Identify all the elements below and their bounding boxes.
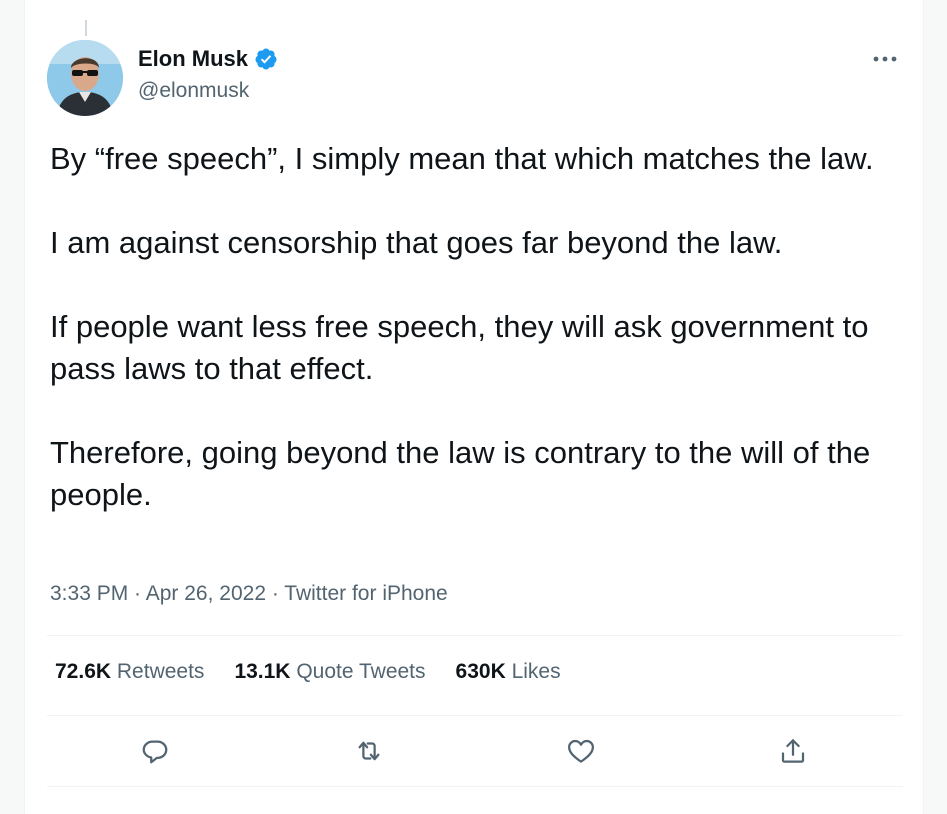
avatar[interactable] xyxy=(47,40,123,116)
likes-label: Likes xyxy=(511,660,561,683)
author-name[interactable]: Elon Musk xyxy=(138,46,248,72)
tweet-date-link[interactable]: Apr 26, 2022 xyxy=(146,582,266,605)
reply-button[interactable] xyxy=(132,728,178,774)
tweet-meta: 3:33 PM · Apr 26, 2022 · Twitter for iPh… xyxy=(50,582,448,606)
quote-tweets-count: 13.1K xyxy=(234,660,291,683)
tweet-paragraph: Therefore, going beyond the law is contr… xyxy=(50,435,871,512)
heart-icon xyxy=(568,739,594,763)
divider xyxy=(47,786,903,787)
retweets-count: 72.6K xyxy=(55,660,112,683)
tweet-actions-bar xyxy=(25,728,923,774)
more-options-button[interactable] xyxy=(870,44,900,74)
verified-badge-icon xyxy=(255,48,277,70)
retweet-button[interactable] xyxy=(346,728,392,774)
tweet-source-link[interactable]: Twitter for iPhone xyxy=(284,582,447,605)
tweet-paragraph: By “free speech”, I simply mean that whi… xyxy=(50,141,874,176)
thread-connector-line xyxy=(85,20,87,36)
tweet-time-link[interactable]: 3:33 PM xyxy=(50,582,128,605)
tweet-paragraph: If people want less free speech, they wi… xyxy=(50,309,869,386)
engagement-stats: 72.6K Retweets 13.1K Quote Tweets 630K L… xyxy=(55,660,561,684)
tweet-text: By “free speech”, I simply mean that whi… xyxy=(50,138,900,516)
meta-separator: · xyxy=(128,582,146,605)
retweets-label: Retweets xyxy=(116,660,205,683)
retweets-stat[interactable]: 72.6K Retweets xyxy=(55,660,204,684)
likes-count: 630K xyxy=(455,660,506,683)
tweet-card: Elon Musk @elonmusk By “free speech”, I … xyxy=(24,0,924,814)
reply-icon xyxy=(142,740,168,764)
divider xyxy=(47,715,903,716)
share-button[interactable] xyxy=(770,728,816,774)
quote-tweets-stat[interactable]: 13.1K Quote Tweets xyxy=(234,660,425,684)
divider xyxy=(47,635,903,636)
author-handle[interactable]: @elonmusk xyxy=(138,79,249,103)
avatar-image xyxy=(47,40,123,116)
tweet-paragraph: I am against censorship that goes far be… xyxy=(50,225,783,260)
meta-separator: · xyxy=(266,582,285,605)
author-name-row[interactable]: Elon Musk xyxy=(138,46,278,72)
quote-tweets-label: Quote Tweets xyxy=(296,660,426,683)
like-button[interactable] xyxy=(558,728,604,774)
likes-stat[interactable]: 630K Likes xyxy=(456,660,561,684)
share-icon xyxy=(781,739,805,763)
retweet-icon xyxy=(358,741,380,761)
more-dots-icon xyxy=(873,56,897,62)
